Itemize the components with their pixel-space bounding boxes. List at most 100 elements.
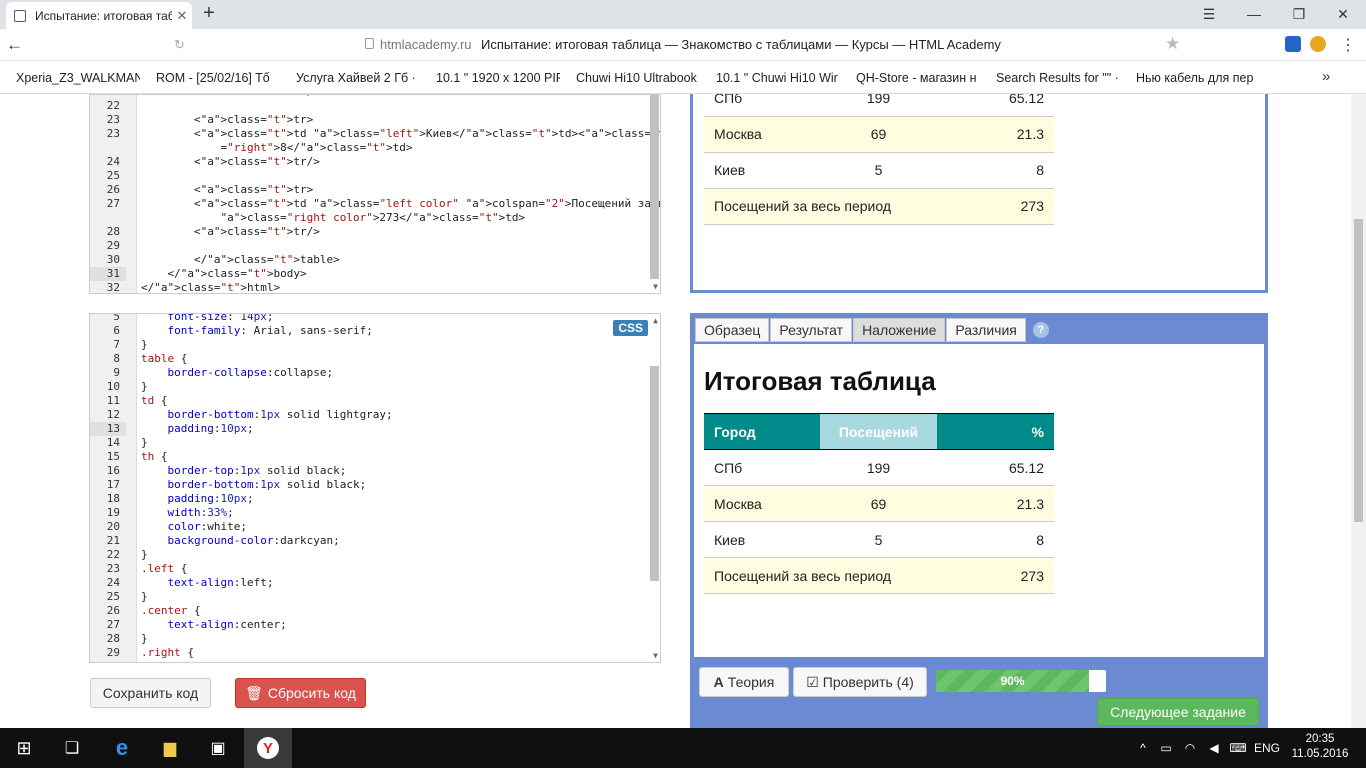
table-row: СПб 199 65.12 bbox=[704, 94, 1054, 117]
flower-extension-icon[interactable] bbox=[1310, 36, 1326, 52]
code-line[interactable]: 25 bbox=[90, 169, 650, 183]
back-arrow-icon[interactable]: ← bbox=[6, 35, 23, 55]
kebab-menu-icon[interactable]: ⋮ bbox=[1340, 35, 1356, 55]
code-line[interactable]: 31 </"a">class="t">body> bbox=[90, 267, 650, 281]
code-line[interactable]: 15 th { bbox=[90, 450, 650, 464]
theory-button[interactable]: A Теория bbox=[699, 667, 789, 697]
scroll-down-arrow-icon[interactable]: ▼ bbox=[653, 282, 658, 291]
code-line[interactable]: 10} bbox=[90, 380, 650, 394]
check-button[interactable]: ☑ Проверить (4) bbox=[793, 667, 927, 697]
bookmark-item[interactable]: Нью кабель для пер bbox=[1136, 71, 1260, 85]
bookmark-item[interactable]: QH-Store - магазин н bbox=[856, 71, 980, 85]
bookmark-item[interactable]: 10.1 " Chuwi Hi10 Wir bbox=[716, 71, 840, 85]
code-line[interactable]: 22} bbox=[90, 548, 650, 562]
more-bookmarks-icon[interactable]: » bbox=[1322, 68, 1330, 85]
code-line[interactable]: 29 .right { bbox=[90, 646, 650, 660]
code-line[interactable]: 7} bbox=[90, 338, 650, 352]
css-code-editor[interactable]: 5 font-size: 14px; 6 font-family: Arial, … bbox=[89, 313, 661, 663]
code-line[interactable]: 24 text-align:left; bbox=[90, 576, 650, 590]
bookmark-item[interactable]: Search Results for "" · bbox=[996, 71, 1120, 85]
next-task-button[interactable]: Следующее задание bbox=[1097, 698, 1259, 726]
page-scrollbar-thumb[interactable] bbox=[1354, 219, 1363, 522]
code-line[interactable]: 8 table { bbox=[90, 352, 650, 366]
battery-icon[interactable]: ▭ bbox=[1156, 728, 1176, 768]
code-text: table { bbox=[141, 352, 188, 365]
chevron-up-icon[interactable]: ^ bbox=[1133, 728, 1153, 768]
code-line[interactable]: 21 background-color:darkcyan; bbox=[90, 534, 650, 548]
code-line[interactable]: 23 .left { bbox=[90, 562, 650, 576]
code-line[interactable]: 11 td { bbox=[90, 394, 650, 408]
keyboard-icon[interactable]: ⌨ bbox=[1228, 728, 1248, 768]
shield-extension-icon[interactable] bbox=[1285, 36, 1301, 52]
code-line[interactable]: 22 bbox=[90, 99, 650, 113]
scroll-up-arrow-icon[interactable]: ▲ bbox=[653, 316, 658, 325]
code-line[interactable]: 28} bbox=[90, 632, 650, 646]
code-line[interactable]: 13 padding:10px; bbox=[90, 422, 650, 436]
bookmark-item[interactable]: Услуга Хайвей 2 Гб · bbox=[296, 71, 420, 85]
page-title[interactable]: Испытание: итоговая таблица — Знакомство… bbox=[481, 37, 1001, 52]
star-icon[interactable]: ★ bbox=[1165, 34, 1180, 54]
maximize-button[interactable]: ❐ bbox=[1287, 3, 1311, 25]
browser-tab[interactable]: Испытание: итоговая таб ✕ bbox=[6, 2, 192, 29]
minimize-button[interactable]: — bbox=[1242, 3, 1266, 25]
tab-differences[interactable]: Различия bbox=[946, 318, 1026, 342]
code-line[interactable]: 24 <"a">class="t">tr/> bbox=[90, 155, 650, 169]
wifi-icon[interactable]: ◠ bbox=[1180, 728, 1200, 768]
editor-scrollbar[interactable] bbox=[650, 366, 659, 581]
code-line[interactable]: 9 border-collapse:collapse; bbox=[90, 366, 650, 380]
code-line[interactable]: 26 <"a">class="t">tr> bbox=[90, 183, 650, 197]
code-line[interactable]: 12 border-bottom:1px solid lightgray; bbox=[90, 408, 650, 422]
edge-icon[interactable]: e bbox=[98, 728, 146, 768]
help-icon[interactable]: ? bbox=[1032, 322, 1049, 338]
code-line[interactable]: 23 <"a">class="t">td "a">class="left">Ки… bbox=[90, 127, 660, 141]
code-line[interactable]: 20 color:white; bbox=[90, 520, 650, 534]
new-tab-button[interactable]: + bbox=[198, 3, 220, 25]
tab-overlay[interactable]: Наложение bbox=[853, 318, 946, 342]
yandex-browser-icon[interactable]: Y bbox=[244, 728, 292, 768]
code-line[interactable]: 23 <"a">class="t">tr> bbox=[90, 113, 650, 127]
windows-start-icon[interactable]: ⊞ bbox=[0, 728, 48, 768]
volume-icon[interactable]: ◀ bbox=[1204, 728, 1224, 768]
reset-code-button[interactable]: 🗑 Сбросить код bbox=[235, 678, 366, 708]
url-domain[interactable]: htmlacademy.ru bbox=[380, 37, 472, 52]
code-line[interactable]: 32 </"a">class="t">html> bbox=[90, 281, 650, 293]
clock[interactable]: 20:35 11.05.2016 bbox=[1290, 732, 1350, 762]
bookmark-item[interactable]: 10.1 " 1920 x 1200 PIF bbox=[436, 71, 560, 85]
reload-icon[interactable]: ↻ bbox=[174, 37, 185, 53]
language-indicator[interactable]: ENG bbox=[1252, 728, 1282, 768]
tab-sample[interactable]: Образец bbox=[695, 318, 770, 342]
table-row: Киев 5 8 bbox=[704, 521, 1054, 558]
code-line[interactable]: 16 border-top:1px solid black; bbox=[90, 464, 650, 478]
code-line[interactable]: 27 text-align:center; bbox=[90, 618, 650, 632]
file-explorer-icon[interactable]: ▆ bbox=[146, 728, 194, 768]
code-line[interactable]: 30 </"a">class="t">table> bbox=[90, 253, 650, 267]
bookmark-item[interactable]: Xperia_Z3_WALKMAN bbox=[16, 71, 140, 85]
code-line[interactable]: "a">class="right color">273</"a">class="… bbox=[90, 211, 650, 225]
editor-scrollbar[interactable] bbox=[650, 95, 659, 279]
code-line[interactable]: 25} bbox=[90, 590, 650, 604]
code-line[interactable]: 18 padding:10px; bbox=[90, 492, 650, 506]
tab-result[interactable]: Результат bbox=[770, 318, 853, 342]
address-bar: ← ↻ htmlacademy.ru Испытание: итоговая т… bbox=[0, 29, 1366, 61]
code-line[interactable]: 5 font-size: 14px; bbox=[90, 314, 650, 324]
code-line[interactable]: 28 <"a">class="t">tr/> bbox=[90, 225, 650, 239]
code-line[interactable]: 17 border-bottom:1px solid black; bbox=[90, 478, 650, 492]
html-code-editor[interactable]: 21 <"a">class="t">tr/>2223 <"a">class="t… bbox=[89, 94, 661, 294]
code-line[interactable]: ="right">8</"a">class="t">td> bbox=[90, 141, 650, 155]
code-line[interactable]: 6 font-family: Arial, sans-serif; bbox=[90, 324, 650, 338]
code-line[interactable]: 14} bbox=[90, 436, 650, 450]
close-window-button[interactable]: ✕ bbox=[1331, 3, 1355, 25]
page-scrollbar[interactable] bbox=[1351, 94, 1366, 728]
code-line[interactable]: 29 bbox=[90, 239, 650, 253]
code-line[interactable]: 26 .center { bbox=[90, 604, 650, 618]
scroll-down-arrow-icon[interactable]: ▼ bbox=[653, 651, 658, 660]
store-icon[interactable]: ▣ bbox=[194, 728, 242, 768]
save-code-button[interactable]: Сохранить код bbox=[90, 678, 211, 708]
bookmark-item[interactable]: Chuwi Hi10 Ultrabook bbox=[576, 71, 700, 85]
code-line[interactable]: 27 <"a">class="t">td "a">class="left col… bbox=[90, 197, 660, 211]
close-tab-icon[interactable]: ✕ bbox=[172, 8, 192, 24]
bookmark-item[interactable]: ROM - [25/02/16] Tố bbox=[156, 71, 280, 85]
task-view-icon[interactable]: ❏ bbox=[48, 728, 96, 768]
menu-icon[interactable]: ☰ bbox=[1197, 3, 1221, 25]
code-line[interactable]: 19 width:33%; bbox=[90, 506, 650, 520]
